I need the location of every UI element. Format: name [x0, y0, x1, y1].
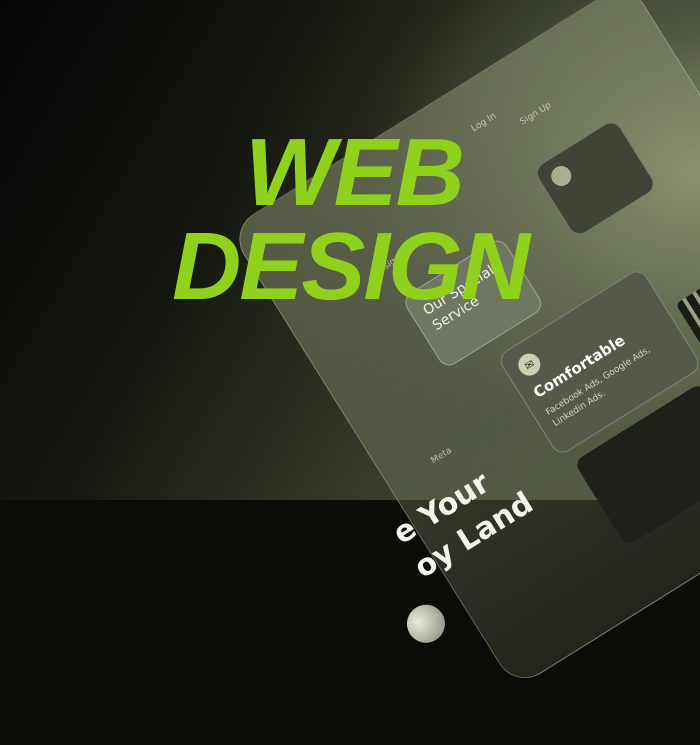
- web-design-headline: WEB DESIGN: [0, 119, 700, 320]
- chat-icon: ✉: [514, 349, 545, 380]
- headline-line-2: DESIGN: [171, 213, 530, 320]
- sphere-graphic: [399, 597, 453, 650]
- headline-line-1: WEB: [245, 119, 465, 226]
